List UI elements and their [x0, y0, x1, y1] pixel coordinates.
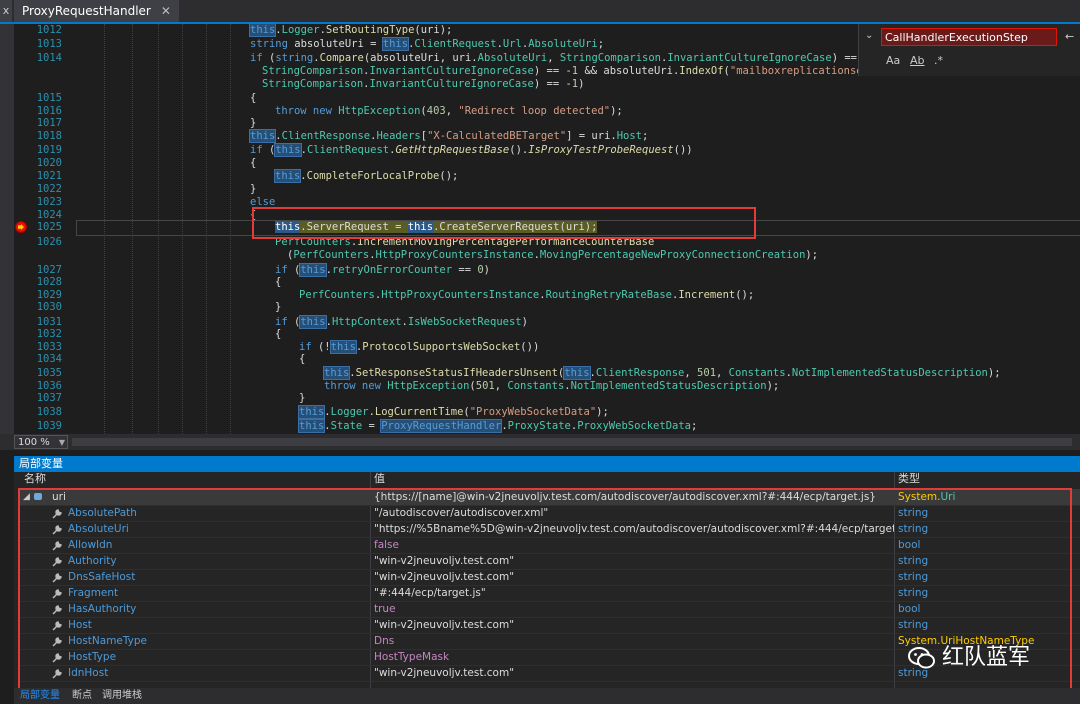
line-number: 1017 — [36, 117, 62, 129]
code-editor[interactable]: 1012 1013 1014 1015 1016 1017 1018 1019 1020 1021… — [0, 23, 1080, 434]
line-number: 1014 — [36, 52, 62, 64]
line-number: 1026 — [36, 236, 62, 248]
close-icon[interactable]: ✕ — [161, 0, 171, 22]
chevron-down-icon: ▼ — [58, 438, 65, 447]
line-number: 1012 — [36, 24, 62, 36]
whole-word-toggle[interactable]: Ab — [910, 54, 925, 67]
horizontal-scrollbar[interactable] — [72, 438, 1072, 446]
tab-locals[interactable]: 局部变量 — [20, 688, 60, 704]
line-number: 1035 — [36, 367, 62, 379]
line-number: 1018 — [36, 130, 62, 142]
zoom-select[interactable]: 100 % ▼ — [14, 435, 68, 449]
line-number: 1036 — [36, 380, 62, 392]
watermark-text: 红队蓝军 — [942, 645, 1031, 670]
breakpoint-icon[interactable] — [16, 222, 26, 232]
line-number: 1030 — [36, 301, 62, 313]
line-number: 1025 — [36, 221, 62, 233]
locals-panel-title: 局部变量 — [14, 456, 1080, 472]
line-number: 1032 — [36, 328, 62, 340]
line-number: 1028 — [36, 276, 62, 288]
line-number: 1024 — [36, 209, 62, 221]
highlight-box-code — [252, 207, 756, 239]
tab-call-stack[interactable]: 调用堆栈 — [102, 688, 142, 704]
line-number: 1021 — [36, 170, 62, 182]
line-number: 1038 — [36, 406, 62, 418]
regex-toggle[interactable]: .* — [934, 54, 943, 67]
line-number: 1020 — [36, 157, 62, 169]
tab-title: ProxyRequestHandler — [22, 4, 151, 18]
line-number: 1027 — [36, 264, 62, 276]
line-number: 1031 — [36, 316, 62, 328]
editor-status-bar: 100 % ▼ — [0, 434, 1080, 450]
line-number: 1016 — [36, 105, 62, 117]
line-number: 1022 — [36, 183, 62, 195]
side-tab[interactable]: x — [0, 0, 12, 22]
line-number: 1039 — [36, 420, 62, 432]
line-number: 1019 — [36, 144, 62, 156]
find-previous-icon[interactable]: ← — [1065, 30, 1074, 43]
line-number: 1033 — [36, 341, 62, 353]
watermark: 红队蓝军 — [900, 638, 1080, 678]
column-header-type[interactable]: 类型 — [898, 472, 920, 486]
debug-tabs: 局部变量 断点 调用堆栈 — [14, 688, 1080, 704]
column-header-value[interactable]: 值 — [374, 472, 385, 486]
line-number: 1034 — [36, 353, 62, 365]
line-number: 1013 — [36, 38, 62, 50]
document-tab-bar: x ProxyRequestHandler ✕ — [0, 0, 1080, 24]
match-case-toggle[interactable]: Aa — [886, 54, 900, 67]
chevron-down-icon[interactable]: ⌄ — [865, 30, 873, 41]
column-header-name[interactable]: 名称 — [24, 472, 46, 486]
line-number: 1037 — [36, 392, 62, 404]
line-number: 1029 — [36, 289, 62, 301]
find-widget: ⌄ CallHandlerExecutionStep ← Aa Ab .* — [858, 24, 1080, 76]
line-number: 1023 — [36, 196, 62, 208]
tab-proxy-request-handler[interactable]: ProxyRequestHandler ✕ — [14, 0, 179, 22]
find-input[interactable]: CallHandlerExecutionStep — [881, 28, 1057, 46]
line-number: 1015 — [36, 92, 62, 104]
wechat-icon — [908, 647, 935, 669]
tab-breakpoints[interactable]: 断点 — [72, 688, 92, 704]
breakpoint-margin[interactable] — [0, 24, 14, 434]
